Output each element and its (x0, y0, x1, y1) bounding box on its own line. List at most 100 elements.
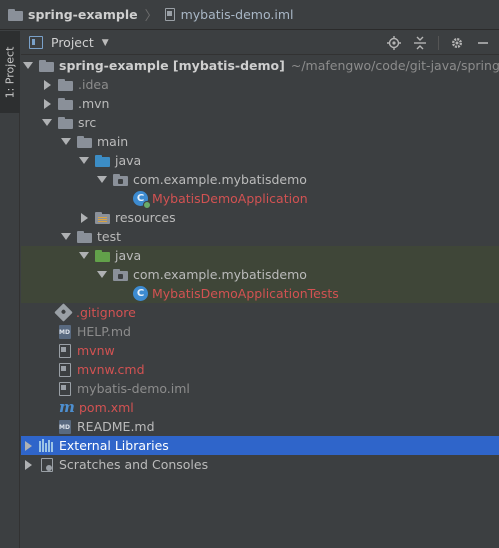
tree-node-main-package[interactable]: com.example.mybatisdemo (21, 170, 499, 189)
expand-arrow-icon[interactable] (97, 175, 107, 185)
package-icon (113, 173, 128, 186)
main-label: main (97, 134, 129, 149)
test-folder-icon (95, 249, 110, 262)
idea-label: .idea (78, 77, 109, 92)
project-tool-tab[interactable]: 1: Project (0, 31, 20, 113)
external-libraries-label: External Libraries (59, 438, 169, 453)
collapse-arrow-icon[interactable] (23, 460, 33, 470)
test-class-icon: C (133, 286, 148, 301)
expand-arrow-icon[interactable] (61, 232, 71, 242)
package-icon (113, 268, 128, 281)
mvnw-label: mvnw (77, 343, 115, 358)
module-folder-icon (39, 59, 54, 72)
chevron-down-icon[interactable]: ▼ (102, 38, 109, 48)
expand-arrow-icon[interactable] (79, 156, 89, 166)
collapse-arrow-icon[interactable] (23, 441, 33, 451)
folder-icon (58, 97, 73, 110)
hide-icon[interactable] (475, 35, 491, 51)
gitignore-label: .gitignore (76, 305, 136, 320)
left-tool-stripe: 1: Project (0, 31, 20, 548)
folder-icon (8, 8, 23, 21)
pom-label: pom.xml (79, 400, 134, 415)
scratches-icon (39, 457, 54, 472)
mvn-label: .mvn (78, 96, 110, 111)
tree-node-iml[interactable]: mybatis-demo.iml (21, 379, 499, 398)
scratches-label: Scratches and Consoles (59, 457, 209, 472)
iml-label: mybatis-demo.iml (77, 381, 190, 396)
tree-node-main[interactable]: main (21, 132, 499, 151)
maven-icon: m (59, 397, 75, 416)
tree-node-test-package[interactable]: com.example.mybatisdemo (21, 265, 499, 284)
readme-label: README.md (77, 419, 155, 434)
expand-arrow-icon[interactable] (79, 251, 89, 261)
module-file-icon (59, 381, 71, 396)
tree-node-idea[interactable]: .idea (21, 75, 499, 94)
gear-icon[interactable] (449, 35, 465, 51)
expand-arrow-icon[interactable] (42, 118, 52, 128)
tree-node-help[interactable]: HELP.md (21, 322, 499, 341)
test-label: test (97, 229, 122, 244)
navigation-bar: spring-example 〉 mybatis-demo.iml (0, 0, 499, 30)
tree-node-scratches[interactable]: Scratches and Consoles (21, 455, 499, 474)
tree-node-external-libraries[interactable]: External Libraries (21, 436, 499, 455)
collapse-icon[interactable] (412, 35, 428, 51)
expand-arrow-icon[interactable] (23, 61, 33, 71)
text-file-icon (59, 343, 71, 358)
test-class-label: MybatisDemoApplicationTests (152, 286, 339, 301)
main-package-label: com.example.mybatisdemo (133, 172, 307, 187)
collapse-arrow-icon[interactable] (79, 213, 89, 223)
locate-icon[interactable] (386, 35, 402, 51)
panel-toolbar (386, 35, 499, 51)
tree-node-root[interactable]: spring-example [mybatis-demo] ~/mafengwo… (21, 56, 499, 75)
markdown-file-icon (59, 419, 71, 434)
main-java-label: java (115, 153, 142, 168)
collapse-arrow-icon[interactable] (42, 80, 52, 90)
file-icon (164, 8, 175, 21)
test-java-label: java (115, 248, 142, 263)
help-label: HELP.md (77, 324, 131, 339)
spring-boot-class-icon: C (133, 191, 151, 209)
tree-node-readme[interactable]: README.md (21, 417, 499, 436)
project-tool-tab-label: 1: Project (3, 46, 17, 98)
main-class-label: MybatisDemoApplication (152, 191, 308, 206)
chevron-right-icon: 〉 (144, 9, 158, 24)
expand-arrow-icon[interactable] (61, 137, 71, 147)
tree-node-mvn[interactable]: .mvn (21, 94, 499, 113)
project-panel-header: Project ▼ (21, 31, 499, 55)
tree-node-mvnw-cmd[interactable]: mvnw.cmd (21, 360, 499, 379)
root-path: ~/mafengwo/code/git-java/spring-e (290, 58, 499, 73)
tree-node-mvnw[interactable]: mvnw (21, 341, 499, 360)
toolbar-divider (438, 35, 439, 50)
folder-icon (77, 135, 92, 148)
git-file-icon (54, 303, 73, 322)
tree-node-main-class[interactable]: C MybatisDemoApplication (21, 189, 499, 209)
tree-node-pom[interactable]: m pom.xml (21, 398, 499, 417)
panel-title[interactable]: Project (51, 35, 94, 50)
project-view-icon (29, 36, 43, 49)
tree-node-test[interactable]: test (21, 227, 499, 246)
text-file-icon (59, 362, 71, 377)
tree-node-test-java[interactable]: java (21, 246, 499, 265)
tree-node-gitignore[interactable]: .gitignore (21, 303, 499, 322)
breadcrumb-project[interactable]: spring-example (28, 7, 138, 22)
collapse-arrow-icon[interactable] (42, 99, 52, 109)
tree-node-src[interactable]: src (21, 113, 499, 132)
folder-icon (58, 78, 73, 91)
tree-node-resources[interactable]: resources (21, 208, 499, 227)
tree-node-test-class[interactable]: C MybatisDemoApplicationTests (21, 284, 499, 303)
project-tree: spring-example [mybatis-demo] ~/mafengwo… (21, 56, 499, 548)
src-label: src (78, 115, 97, 130)
root-label: spring-example [mybatis-demo] (59, 58, 285, 73)
folder-icon (77, 230, 92, 243)
expand-arrow-icon[interactable] (97, 270, 107, 280)
resources-label: resources (115, 210, 176, 225)
breadcrumb-file[interactable]: mybatis-demo.iml (181, 7, 294, 22)
libraries-icon (39, 439, 53, 452)
resources-folder-icon (95, 211, 110, 224)
mvnw-cmd-label: mvnw.cmd (77, 362, 145, 377)
source-folder-icon (95, 154, 110, 167)
folder-icon (58, 116, 73, 129)
test-package-label: com.example.mybatisdemo (133, 267, 307, 282)
tree-node-main-java[interactable]: java (21, 151, 499, 170)
markdown-file-icon (59, 324, 71, 339)
